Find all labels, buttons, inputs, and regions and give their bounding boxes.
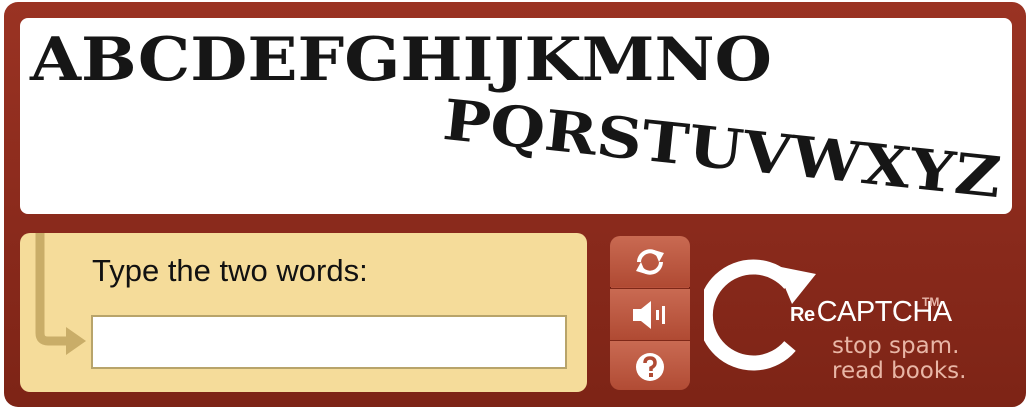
brand-slogan: stop spam. read books. bbox=[832, 334, 966, 384]
answer-panel: Type the two words: bbox=[20, 233, 587, 392]
captcha-image: ABCDEFGHIJKMNO PQRSTUVWXYZ bbox=[20, 18, 1012, 214]
speaker-icon bbox=[633, 300, 665, 329]
brand-prefix: Re bbox=[790, 304, 815, 326]
slogan-line-1: stop spam. bbox=[832, 333, 960, 359]
help-icon bbox=[636, 352, 664, 381]
help-button[interactable] bbox=[610, 340, 690, 390]
audio-button[interactable] bbox=[610, 288, 690, 340]
trademark-mark: TM bbox=[922, 295, 940, 309]
captcha-words: ABCDEFGHIJKMNO PQRSTUVWXYZ bbox=[29, 25, 1004, 211]
control-buttons bbox=[610, 236, 690, 390]
refresh-icon bbox=[636, 248, 664, 275]
captcha-answer-input[interactable] bbox=[91, 315, 567, 369]
recaptcha-brand: ReCAPTCHA TM stop spam. read books. bbox=[704, 242, 1024, 392]
captcha-word-one: ABCDEFGHIJKMNO bbox=[29, 25, 772, 95]
captcha-word-two: PQRSTUVWXYZ bbox=[440, 87, 1004, 211]
refresh-button[interactable] bbox=[610, 236, 690, 287]
slogan-line-2: read books. bbox=[832, 358, 967, 384]
answer-label: Type the two words: bbox=[92, 253, 368, 288]
captcha-widget: ABCDEFGHIJKMNO PQRSTUVWXYZ Type the two … bbox=[4, 2, 1026, 407]
arrow-icon bbox=[35, 233, 86, 355]
